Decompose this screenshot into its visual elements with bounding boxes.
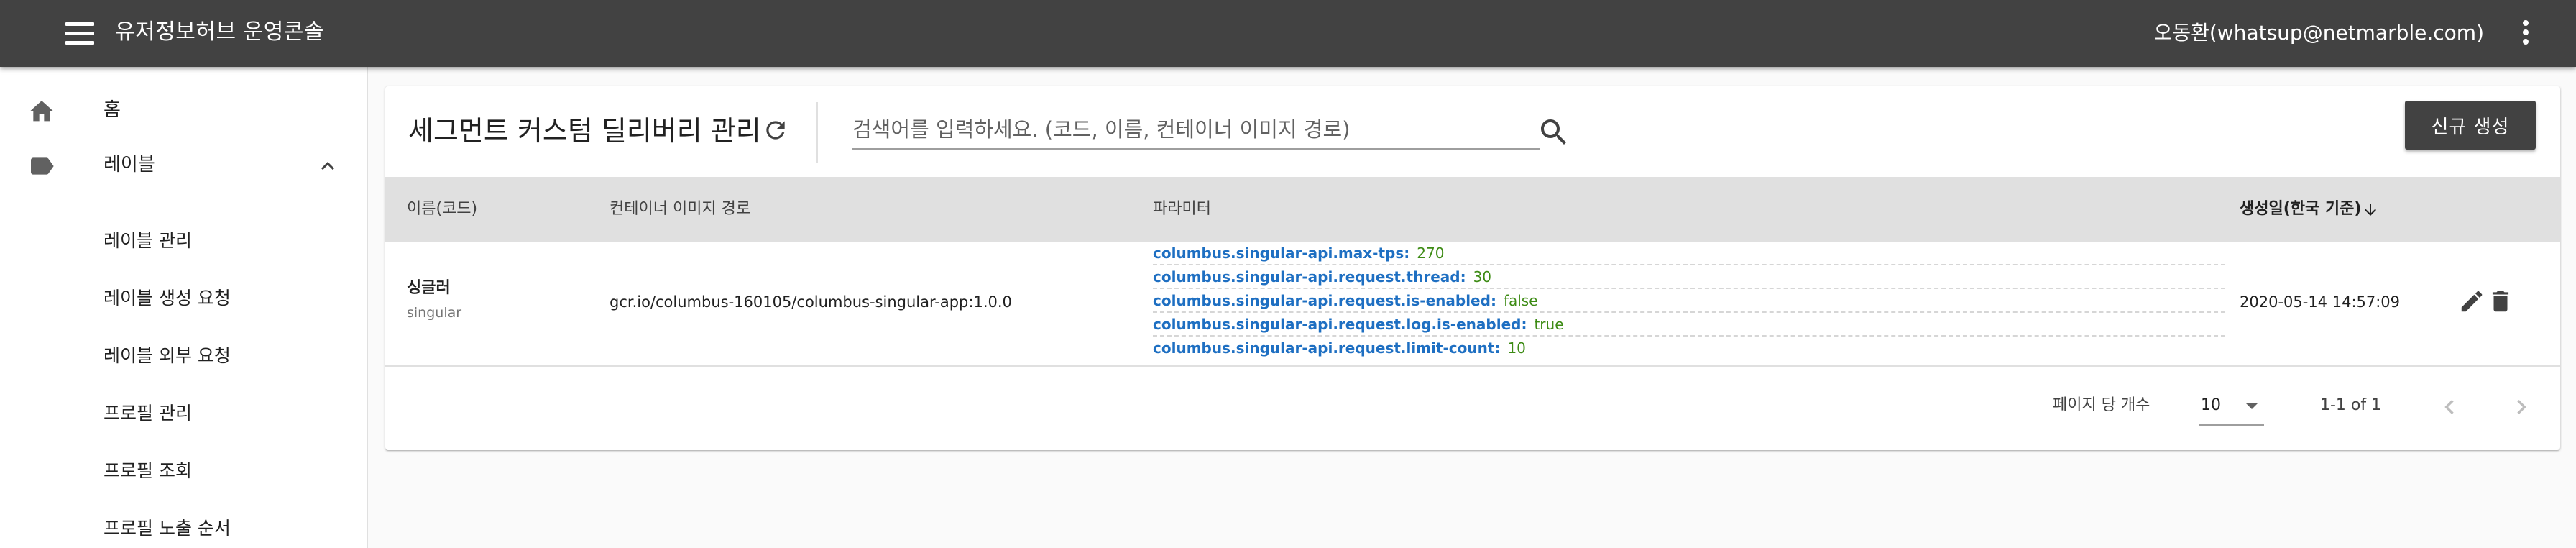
param-value: 30: [1473, 268, 1492, 286]
pagination-range: 1-1 of 1: [2320, 396, 2382, 414]
search-input[interactable]: [852, 111, 1540, 150]
segment-delivery-card: 세그먼트 커스텀 딜리버리 관리 신규 생성 이름(코드) 컨테이너 이미지 경…: [385, 86, 2560, 450]
label-icon: [31, 157, 54, 175]
create-new-button[interactable]: 신규 생성: [2405, 101, 2536, 150]
rows-per-page-value: 10: [2201, 396, 2221, 414]
param-key: columbus.singular-api.request.thread:: [1153, 268, 1466, 286]
arrow-down-icon[interactable]: [2362, 201, 2379, 219]
sidebar-item-home[interactable]: 홈: [0, 84, 367, 134]
sidebar-group-label-text: 레이블: [104, 154, 155, 175]
row-params: columbus.singular-api.max-tps: 270 columb…: [1153, 242, 2225, 360]
edit-icon[interactable]: [2458, 288, 2485, 315]
param-value: 270: [1417, 245, 1445, 262]
sidebar-group-label[interactable]: 레이블: [0, 139, 367, 189]
app-bar: 유저정보허브 운영콘솔 오동환(whatsup@netmarble.com): [0, 0, 2576, 67]
row-name: 싱글러: [407, 279, 451, 297]
param-item: columbus.singular-api.request.thread: 30: [1153, 265, 2225, 289]
table-header: 이름(코드) 컨테이너 이미지 경로 파라미터 생성일(한국 기준): [385, 177, 2560, 242]
param-key: columbus.singular-api.request.limit-coun…: [1153, 339, 1501, 357]
param-value: false: [1503, 292, 1538, 309]
param-value: 10: [1507, 339, 1526, 357]
menu-icon[interactable]: [62, 19, 98, 49]
param-value: true: [1534, 316, 1564, 333]
chevron-up-icon[interactable]: [315, 153, 341, 179]
chevron-right-icon[interactable]: [2507, 393, 2536, 421]
row-created-date: 2020-05-14 14:57:09: [2240, 293, 2401, 311]
more-vert-icon[interactable]: [2517, 20, 2534, 47]
refresh-icon[interactable]: [762, 117, 789, 144]
header-image: 컨테이너 이미지 경로: [610, 200, 751, 218]
divider: [816, 102, 818, 163]
row-code: singular: [407, 305, 462, 321]
sidebar-item-profile-view[interactable]: 프로필 조회: [104, 457, 341, 485]
table-row[interactable]: 싱글러 singular gcr.io/columbus-160105/colu…: [385, 242, 2560, 367]
param-item: columbus.singular-api.request.limit-coun…: [1153, 337, 2225, 360]
rows-per-page-select[interactable]: 10: [2199, 388, 2264, 426]
header-params: 파라미터: [1153, 200, 1211, 218]
app-title: 유저정보허브 운영콘솔: [115, 19, 325, 45]
home-icon: [29, 101, 54, 122]
user-account-label[interactable]: 오동환(whatsup@netmarble.com): [2154, 17, 2484, 49]
chevron-left-icon[interactable]: [2435, 393, 2464, 421]
row-image-path: gcr.io/columbus-160105/columbus-singular…: [610, 293, 1012, 311]
sidebar-item-profile-manage[interactable]: 프로필 관리: [104, 399, 341, 428]
sidebar-item-label-external-request[interactable]: 레이블 외부 요청: [104, 342, 341, 370]
page-title: 세그먼트 커스텀 딜리버리 관리: [408, 115, 761, 147]
header-name: 이름(코드): [407, 200, 478, 218]
header-created[interactable]: 생성일(한국 기준): [2240, 194, 2361, 224]
rows-per-page-label: 페이지 당 개수: [2053, 396, 2150, 414]
caret-down-icon: [2245, 403, 2258, 409]
param-item: columbus.singular-api.request.is-enabled…: [1153, 289, 2225, 313]
sidebar-item-profile-order[interactable]: 프로필 노출 순서: [104, 514, 341, 543]
sidebar-item-label: 홈: [104, 99, 121, 121]
param-item: columbus.singular-api.request.log.is-ena…: [1153, 313, 2225, 337]
search-icon[interactable]: [1537, 115, 1571, 150]
sidebar-item-label-create-request[interactable]: 레이블 생성 요청: [104, 284, 341, 313]
delete-icon[interactable]: [2487, 288, 2514, 315]
param-key: columbus.singular-api.request.is-enabled…: [1153, 292, 1496, 309]
param-key: columbus.singular-api.request.log.is-ena…: [1153, 316, 1527, 333]
sidebar: 홈 레이블 레이블 관리 레이블 생성 요청 레이블 외부 요청 프로필 관리 …: [0, 67, 368, 548]
param-item: columbus.singular-api.max-tps: 270: [1153, 242, 2225, 265]
param-key: columbus.singular-api.max-tps:: [1153, 245, 1410, 262]
sidebar-item-label-manage[interactable]: 레이블 관리: [104, 227, 341, 255]
